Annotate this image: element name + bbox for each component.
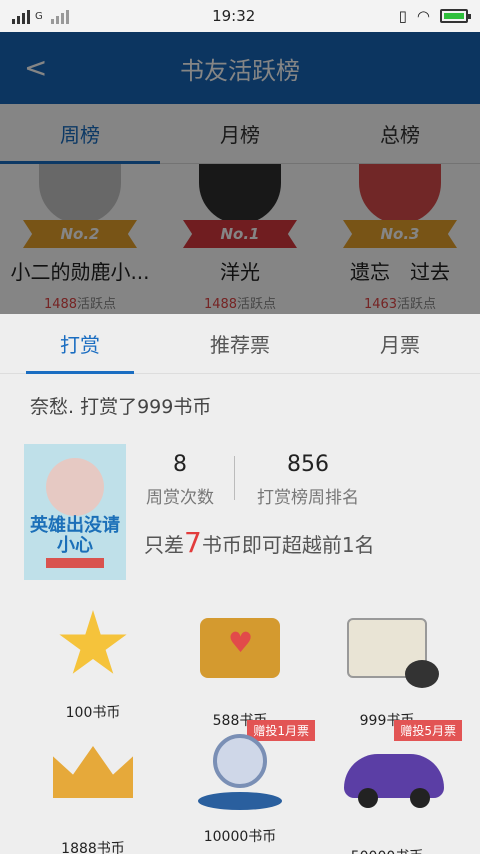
reward-sheet: 打赏 推荐票 月票 奈愁. 打赏了999书币 英雄出没请小心 8 周赏次数 85… xyxy=(0,314,480,854)
user-name: 小二的勋鹿小... xyxy=(10,260,150,284)
activity-score: 1488活跃点 xyxy=(203,297,277,312)
cover-tag xyxy=(46,558,104,568)
gift-label: 100书币 xyxy=(65,705,121,721)
avatar xyxy=(199,164,281,224)
rank-ribbon: No.1 xyxy=(183,220,297,248)
podium-item-2[interactable]: No.2 小二的勋鹿小... 1488活跃点 xyxy=(0,164,160,312)
gift-label: 50000书币 xyxy=(312,846,462,854)
rank-ribbon: No.3 xyxy=(343,220,457,248)
podium-item-3[interactable]: No.3 遗忘 过去 1463活跃点 xyxy=(320,164,480,312)
gift-item-100[interactable]: 100书币 xyxy=(18,604,168,722)
rank-gap-hint: 只差7书币即可超越前1名 xyxy=(144,526,375,559)
weekly-count-value: 8 xyxy=(173,452,187,477)
crown-icon xyxy=(50,746,136,832)
status-right: ▯ ◠ xyxy=(398,7,471,25)
gift-item-588[interactable]: 588书币 xyxy=(165,604,315,730)
avatar xyxy=(39,164,121,224)
signal-icon xyxy=(12,8,30,24)
scroll-and-brush-icon xyxy=(344,618,439,704)
gift-item-10000[interactable]: 赠投1月票 10000书币 xyxy=(165,720,315,846)
back-icon[interactable]: < xyxy=(24,54,47,82)
weekly-count-stat: 8 周赏次数 xyxy=(144,452,216,508)
gift-item-1888[interactable]: 1888书币 xyxy=(18,728,168,854)
sports-car-icon xyxy=(344,754,444,840)
weekly-count-label: 周赏次数 xyxy=(146,488,214,508)
divider xyxy=(234,456,235,500)
weekly-rank-label: 打赏榜周排名 xyxy=(257,488,359,508)
vibrate-icon: ▯ xyxy=(398,7,407,25)
treasure-chest-icon xyxy=(197,618,283,704)
clock: 19:32 xyxy=(212,7,256,25)
rank-ribbon: No.2 xyxy=(23,220,137,248)
book-reward-summary: 英雄出没请小心 8 周赏次数 856 打赏榜周排名 只差7书币即可超越前1名 xyxy=(24,444,464,580)
cover-figure xyxy=(46,458,104,516)
battery-icon xyxy=(440,9,471,23)
page-title: 书友活跃榜 xyxy=(180,56,300,85)
user-name: 遗忘 过去 xyxy=(350,260,450,284)
reward-feed-line: 奈愁. 打赏了999书币 xyxy=(30,396,212,418)
activity-score: 1488活跃点 xyxy=(43,297,117,312)
weekly-rank-stat: 856 打赏榜周排名 xyxy=(252,452,364,508)
wifi-icon: ◠ xyxy=(416,7,430,25)
rank-gap-value: 7 xyxy=(184,526,202,559)
reward-type-tabs: 打赏 推荐票 月票 xyxy=(0,314,480,374)
gift-label: 10000书币 xyxy=(203,829,277,845)
avatar xyxy=(359,164,441,224)
microphone-stage-icon xyxy=(197,734,283,820)
tab-monthly-ticket[interactable]: 月票 xyxy=(320,314,480,373)
user-name: 洋光 xyxy=(220,260,260,284)
top-three-podium: No.2 小二的勋鹿小... 1488活跃点 No.1 洋光 1488活跃点 N… xyxy=(0,164,480,314)
gift-item-50000[interactable]: 赠投5月票 50000书币 xyxy=(312,720,462,854)
signal-weak-icon xyxy=(50,8,69,24)
weekly-rank-value: 856 xyxy=(287,452,329,477)
magic-wand-icon xyxy=(50,610,136,696)
app-header: < 书友活跃榜 xyxy=(0,32,480,104)
tab-weekly[interactable]: 周榜 xyxy=(0,104,160,164)
network-type-label: G xyxy=(35,10,43,22)
gift-label: 1888书币 xyxy=(61,841,125,854)
gift-item-999[interactable]: 999书币 xyxy=(312,604,462,730)
book-cover: 英雄出没请小心 xyxy=(24,444,126,580)
cover-title: 英雄出没请小心 xyxy=(30,515,120,556)
tab-total[interactable]: 总榜 xyxy=(320,104,480,163)
activity-score: 1463活跃点 xyxy=(363,297,437,312)
status-bar: G 19:32 ▯ ◠ xyxy=(0,0,480,32)
bonus-badge: 赠投5月票 xyxy=(394,720,462,741)
status-left: G xyxy=(12,8,69,24)
tab-recommend-ticket[interactable]: 推荐票 xyxy=(160,314,320,373)
podium-item-1[interactable]: No.1 洋光 1488活跃点 xyxy=(160,164,320,312)
tab-monthly[interactable]: 月榜 xyxy=(160,104,320,163)
ranking-period-tabs: 周榜 月榜 总榜 xyxy=(0,104,480,164)
tab-reward[interactable]: 打赏 xyxy=(0,314,160,374)
